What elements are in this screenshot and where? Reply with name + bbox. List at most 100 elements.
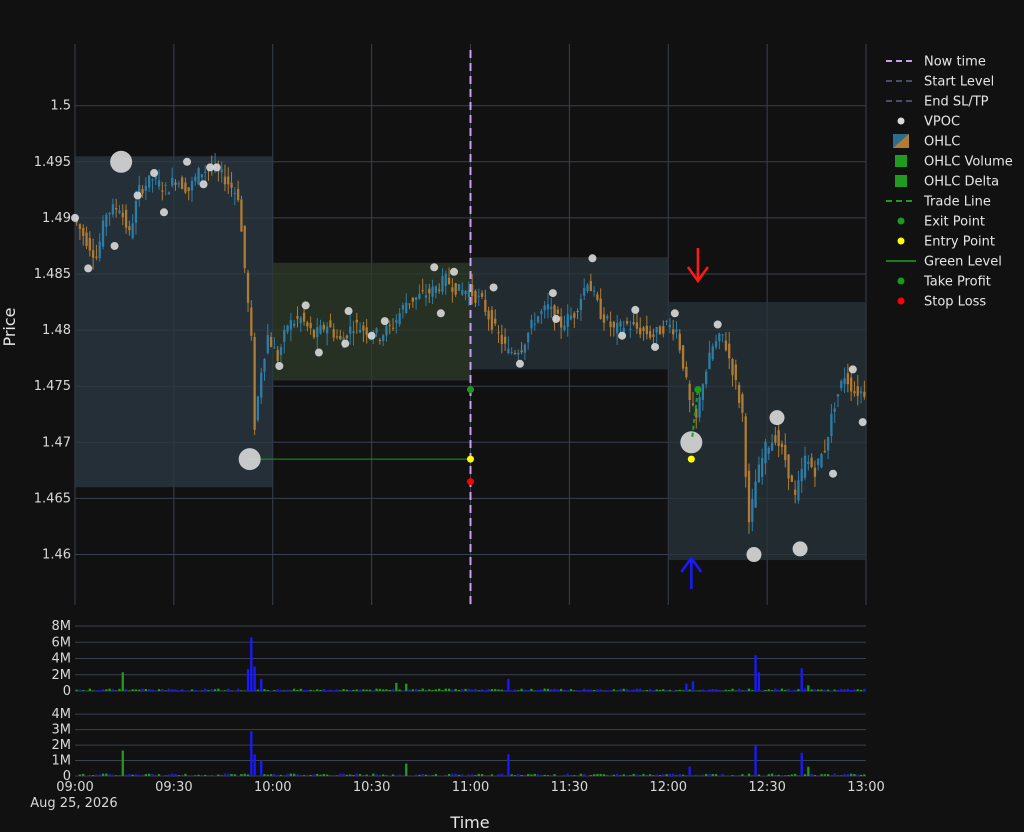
legend-label: OHLC Delta — [924, 175, 999, 190]
legend-item-end-sl-tp[interactable]: End SL/TP — [886, 95, 989, 110]
delta-bar — [527, 773, 530, 776]
delta-bar — [243, 773, 246, 776]
delta-bar — [536, 774, 540, 776]
legend-item-ohlc-volume[interactable]: OHLC Volume — [895, 155, 1013, 170]
volume-bar — [322, 688, 325, 691]
vpoc-marker — [548, 289, 557, 298]
delta-bar — [675, 775, 678, 776]
delta-bar — [388, 775, 391, 776]
volume-bar — [681, 690, 685, 691]
volume-bar — [164, 690, 167, 691]
candle-body — [853, 391, 856, 394]
candle-body — [174, 182, 177, 185]
legend-item-ohlc-delta[interactable]: OHLC Delta — [895, 175, 999, 190]
legend-item-stop-loss[interactable]: Stop Loss — [897, 295, 987, 310]
candle-body — [645, 325, 648, 335]
legend-item-take-profit[interactable]: Take Profit — [897, 275, 991, 290]
candle-body — [484, 299, 487, 312]
legend[interactable]: Now time Start Level End SL/TP VPOC OHLC OHLC… — [886, 55, 1013, 310]
candle-body — [586, 284, 589, 291]
candle-body — [592, 290, 596, 292]
candle-body — [197, 167, 200, 185]
candle-body — [358, 329, 362, 333]
vpoc-marker — [489, 283, 498, 292]
candle-body — [431, 286, 434, 297]
volume-bar — [246, 669, 250, 691]
volume-tick-label: 2M — [52, 668, 72, 683]
candle-body — [675, 329, 678, 332]
delta-bar — [223, 773, 227, 776]
candle-body — [378, 339, 382, 341]
candle-body — [843, 378, 846, 385]
candle-body — [734, 364, 737, 380]
delta-bar — [672, 773, 675, 776]
delta-bar — [602, 774, 606, 776]
delta-bar — [856, 774, 859, 776]
volume-bar — [431, 690, 434, 691]
time-tick-label: 10:00 — [254, 780, 291, 795]
candle-body — [105, 214, 108, 227]
candle-body — [223, 176, 227, 185]
volume-bar — [299, 688, 302, 691]
candle-body — [131, 223, 134, 238]
volume-bar — [490, 689, 494, 691]
legend-item-trade-line[interactable]: Trade Line — [886, 195, 991, 210]
vpoc-marker — [110, 150, 133, 173]
candle-body — [672, 329, 675, 335]
vpoc-marker — [858, 418, 867, 427]
legend-item-now-time[interactable]: Now time — [886, 55, 986, 70]
time-tick-label: 11:00 — [452, 780, 489, 795]
delta-bar — [609, 775, 612, 776]
candle-body — [171, 177, 174, 186]
candle-body — [187, 187, 190, 192]
candle-body — [543, 305, 546, 311]
legend-item-entry-point[interactable]: Entry Point — [897, 235, 996, 250]
candle-body — [807, 461, 810, 464]
candle-body — [411, 297, 414, 302]
volume-bar — [523, 689, 527, 691]
legend-item-exit-point[interactable]: Exit Point — [897, 215, 986, 230]
delta-bar — [543, 774, 546, 776]
candle-body — [793, 489, 797, 495]
delta-bar — [464, 775, 467, 776]
vpoc-marker — [515, 359, 524, 368]
candle-body — [454, 283, 457, 295]
vpoc-marker — [651, 342, 660, 351]
candle-body — [513, 353, 517, 355]
candle-body — [428, 288, 431, 294]
delta-bar — [823, 774, 826, 776]
legend-item-green-level[interactable]: Green Level — [886, 255, 1002, 270]
candle-body — [108, 212, 111, 215]
volume-bar — [447, 688, 451, 691]
volume-bar — [424, 690, 428, 691]
volume-bar — [141, 688, 144, 691]
legend-item-start-level[interactable]: Start Level — [886, 75, 994, 90]
volume-bar — [118, 688, 121, 691]
delta-bar — [480, 774, 484, 776]
legend-item-vpoc[interactable]: VPOC — [897, 115, 961, 130]
delta-bar — [391, 774, 395, 776]
candle-body — [576, 311, 579, 313]
delta-tick-label: 3M — [52, 723, 72, 738]
volume-bar — [266, 689, 269, 691]
legend-swatch-dot — [897, 217, 905, 225]
candle-body — [665, 321, 668, 323]
delta-bar — [454, 773, 457, 776]
legend-item-ohlc[interactable]: OHLC — [893, 134, 960, 150]
candle-body — [546, 304, 550, 310]
delta-bar — [375, 774, 378, 776]
volume-bar — [131, 689, 134, 691]
take-profit-point — [467, 386, 474, 394]
volume-bar — [128, 690, 131, 691]
legend-label: Exit Point — [924, 215, 985, 230]
delta-bar — [467, 774, 470, 776]
delta-bar — [101, 773, 105, 776]
delta-bar — [517, 773, 520, 776]
delta-bar — [111, 774, 115, 776]
delta-bar — [596, 773, 599, 776]
candle-body — [157, 180, 161, 187]
candle-body — [701, 384, 705, 400]
delta-bar — [431, 775, 434, 776]
candle-body — [846, 373, 850, 385]
candle-body — [306, 322, 309, 327]
